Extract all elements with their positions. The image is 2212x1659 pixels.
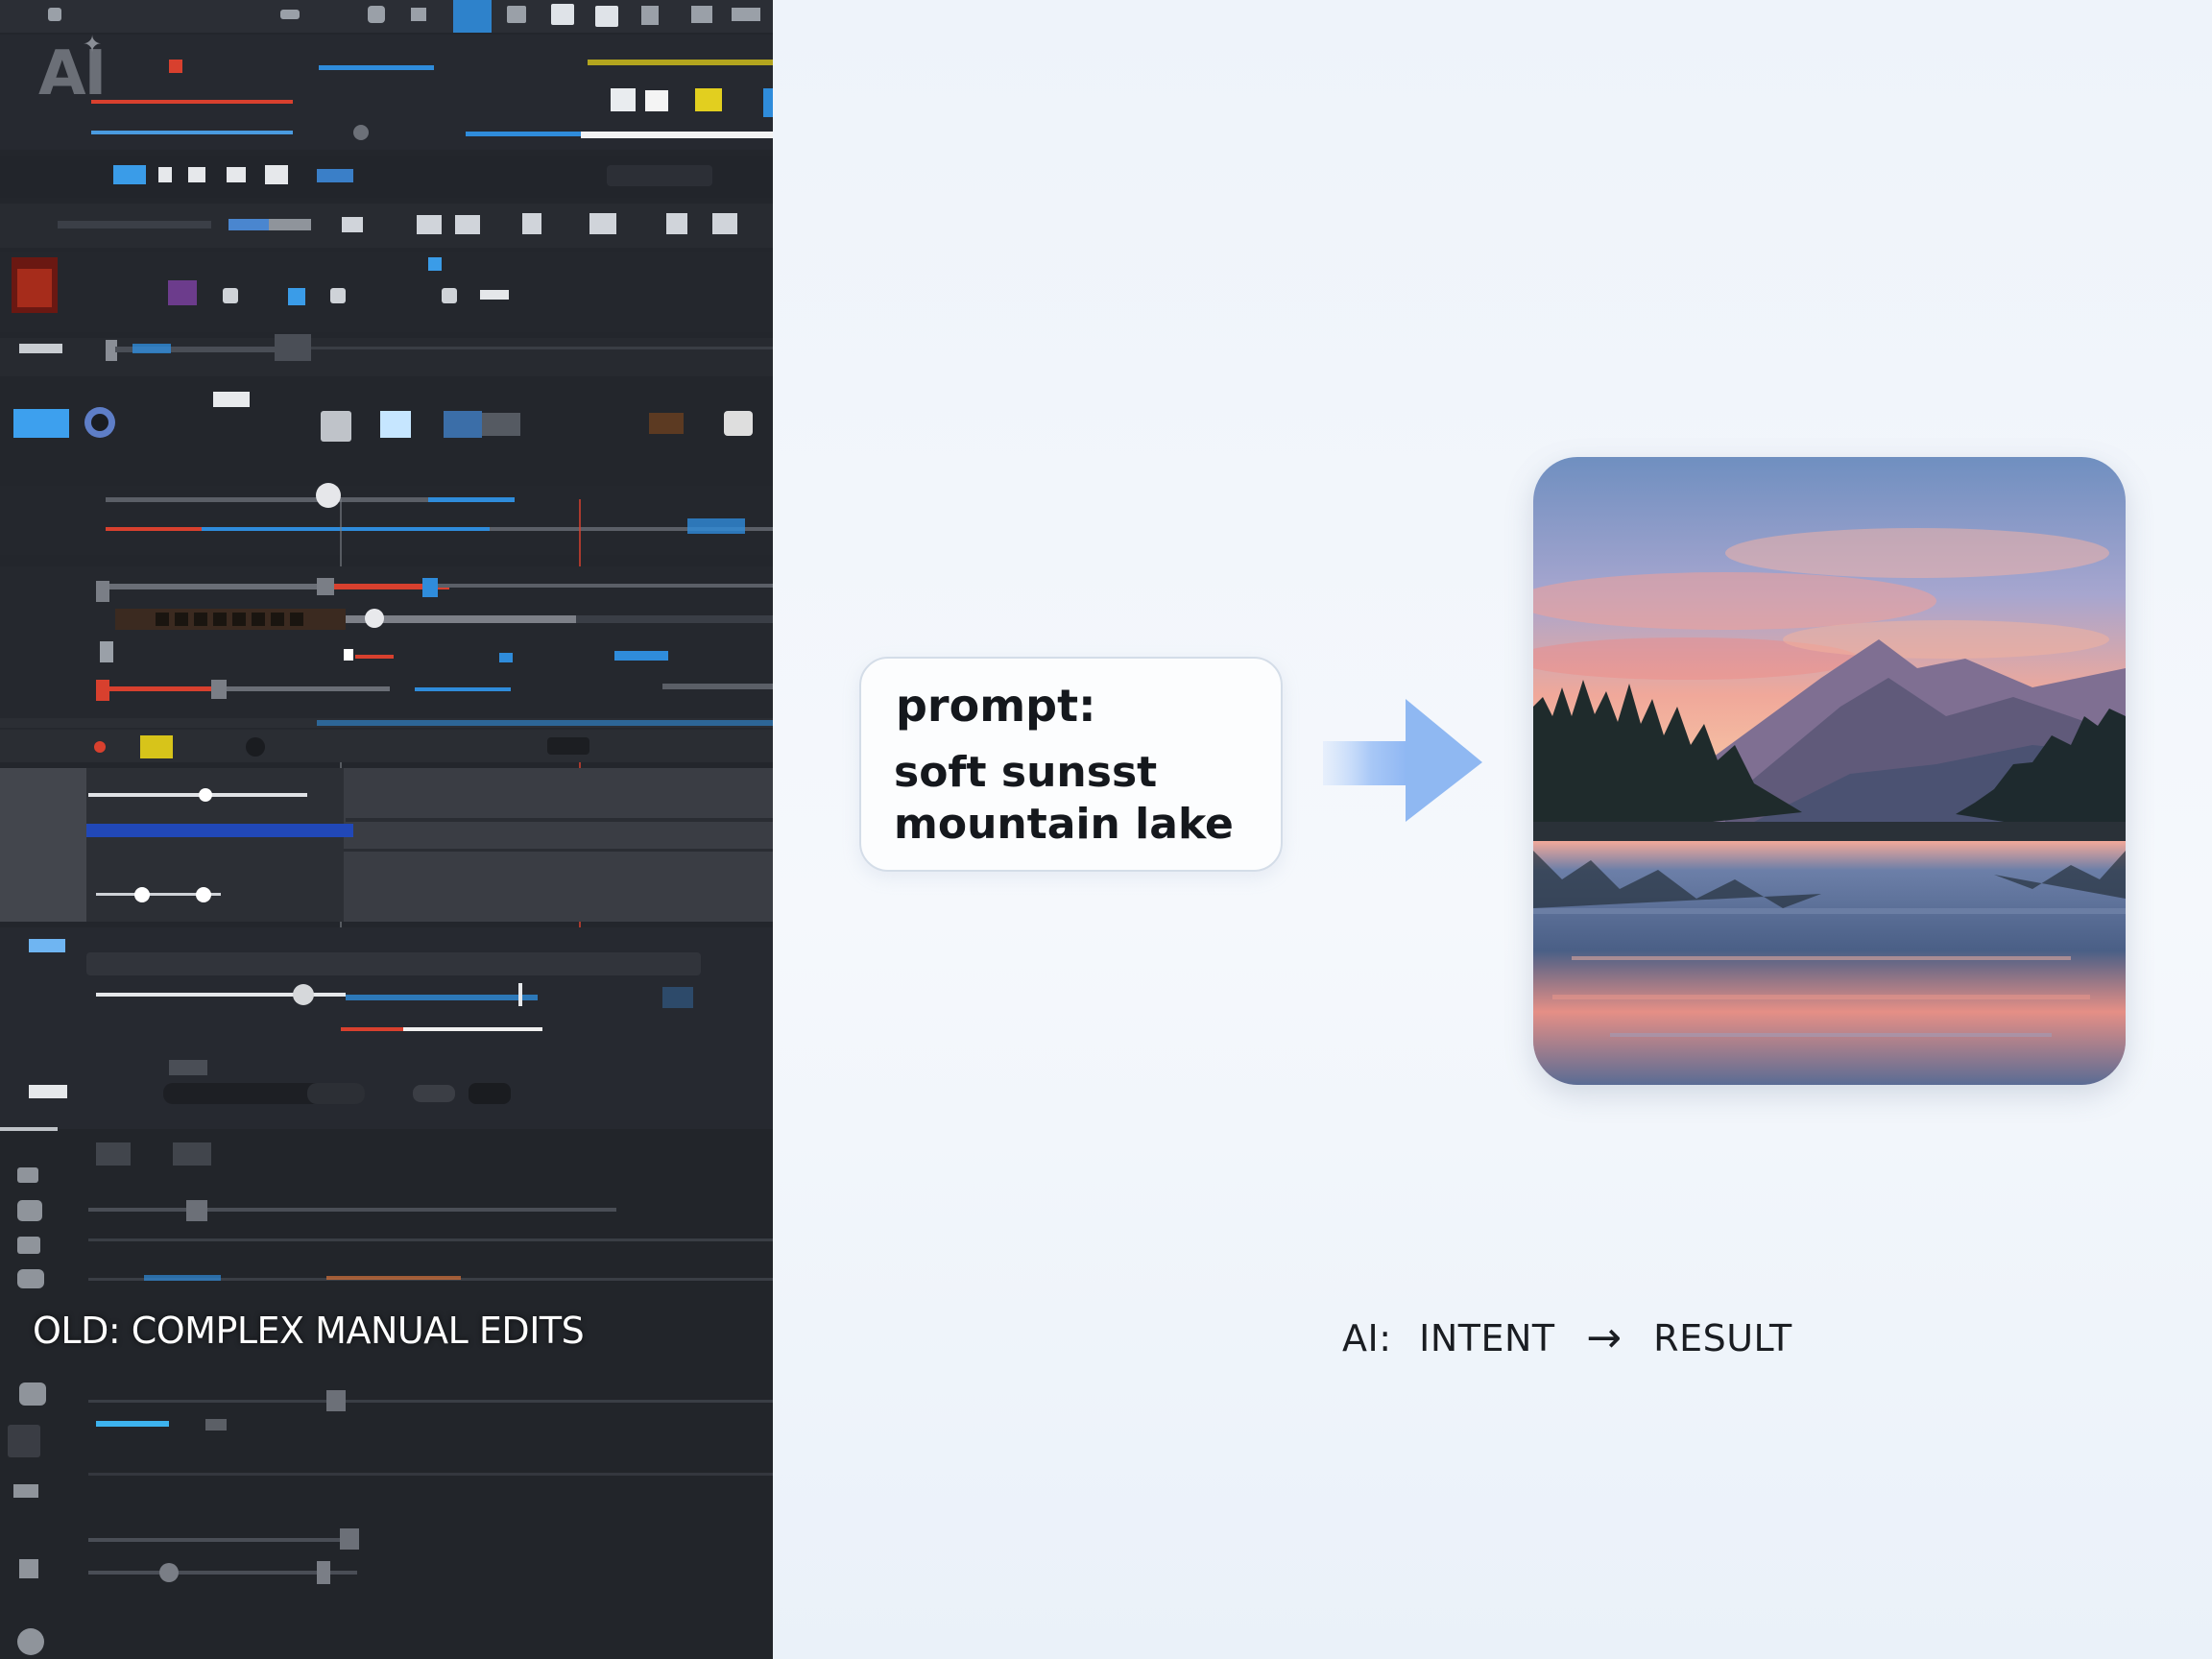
sparkle-icon: ✦ [83,31,102,58]
intent-label-prefix: AI: [1342,1316,1392,1359]
intent-label-intent: INTENT [1419,1316,1555,1359]
complex-editor-panel: AI ✦ OLD: COMPLEX MANUAL EDITS [0,0,773,1659]
prompt-text: soft sunsst mountain lake [894,748,1234,849]
editor-controls-art [0,0,773,1659]
prompt-card: prompt: soft sunsst mountain lake [859,657,1283,872]
ai-logo: AI ✦ [38,31,107,109]
old-method-label: OLD: COMPLEX MANUAL EDITS [33,1310,585,1352]
prompt-title: prompt: [896,680,1096,732]
arrow-right-icon [1323,699,1486,828]
ai-intent-result-label: AI: INTENT → RESULT [1342,1313,1792,1362]
intent-label-result: RESULT [1653,1316,1792,1359]
generated-result-image [1533,457,2126,1085]
arrow-icon: → [1586,1313,1623,1362]
